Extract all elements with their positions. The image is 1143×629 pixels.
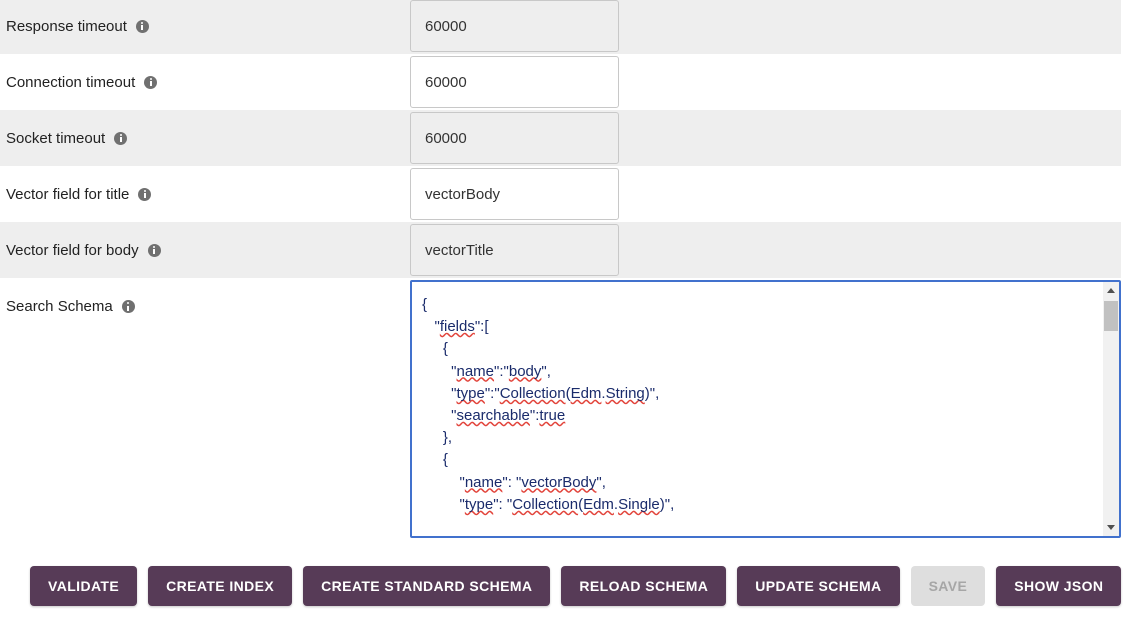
settings-row-vector-field-title: Vector field for title [0,166,1121,222]
info-icon[interactable] [135,19,149,33]
search-schema-row: Search Schema { "fields":[ { "name":"bod… [0,278,1121,540]
search-schema-settings-form: Response timeout Connection timeout Socket… [0,0,1143,629]
vector-field-title-label: Vector field for title [6,166,152,222]
connection-timeout-label: Connection timeout [6,54,158,110]
scrollbar-thumb[interactable] [1104,301,1118,331]
create-index-button[interactable]: Create index [148,566,293,606]
settings-row-connection-timeout: Connection timeout [0,54,1121,110]
vector-field-body-label: Vector field for body [6,222,161,278]
response-timeout-label: Response timeout [6,0,149,54]
reload-schema-button[interactable]: Reload schema [561,566,727,606]
validate-button[interactable]: Validate [30,566,138,606]
settings-row-vector-field-body: Vector field for body [0,222,1121,278]
create-standard-schema-button[interactable]: Create standard schema [303,566,551,606]
info-icon[interactable] [114,131,128,145]
vector-field-title-input[interactable] [410,168,619,220]
settings-row-response-timeout: Response timeout [0,0,1121,54]
search-schema-scrollbar[interactable] [1103,282,1119,536]
connection-timeout-label-text: Connection timeout [6,73,136,91]
update-schema-button[interactable]: Update schema [737,566,900,606]
action-button-bar: Validate Create index Create standard sche… [0,566,1143,610]
search-schema-textarea[interactable]: { "fields":[ { "name":"body", "type":"Co… [412,282,1088,536]
response-timeout-input[interactable] [410,0,619,52]
settings-row-socket-timeout: Socket timeout [0,110,1121,166]
response-timeout-label-text: Response timeout [6,17,127,35]
socket-timeout-label: Socket timeout [6,110,128,166]
search-schema-label: Search Schema [6,298,135,315]
connection-timeout-input[interactable] [410,56,619,108]
vector-field-body-label-text: Vector field for body [6,241,139,259]
show-json-button[interactable]: Show JSON [996,566,1122,606]
socket-timeout-input[interactable] [410,112,619,164]
chevron-down-icon[interactable] [1103,519,1119,536]
vector-field-body-input[interactable] [410,224,619,276]
socket-timeout-label-text: Socket timeout [6,129,106,147]
info-icon[interactable] [138,187,152,201]
search-schema-editor[interactable]: { "fields":[ { "name":"body", "type":"Co… [410,280,1121,538]
info-icon[interactable] [144,75,158,89]
info-icon[interactable] [121,300,135,313]
info-icon[interactable] [147,243,161,257]
vector-field-title-label-text: Vector field for title [6,185,130,203]
search-schema-label-text: Search Schema [6,298,113,315]
chevron-up-icon[interactable] [1103,282,1119,299]
save-button: Save [910,566,986,606]
